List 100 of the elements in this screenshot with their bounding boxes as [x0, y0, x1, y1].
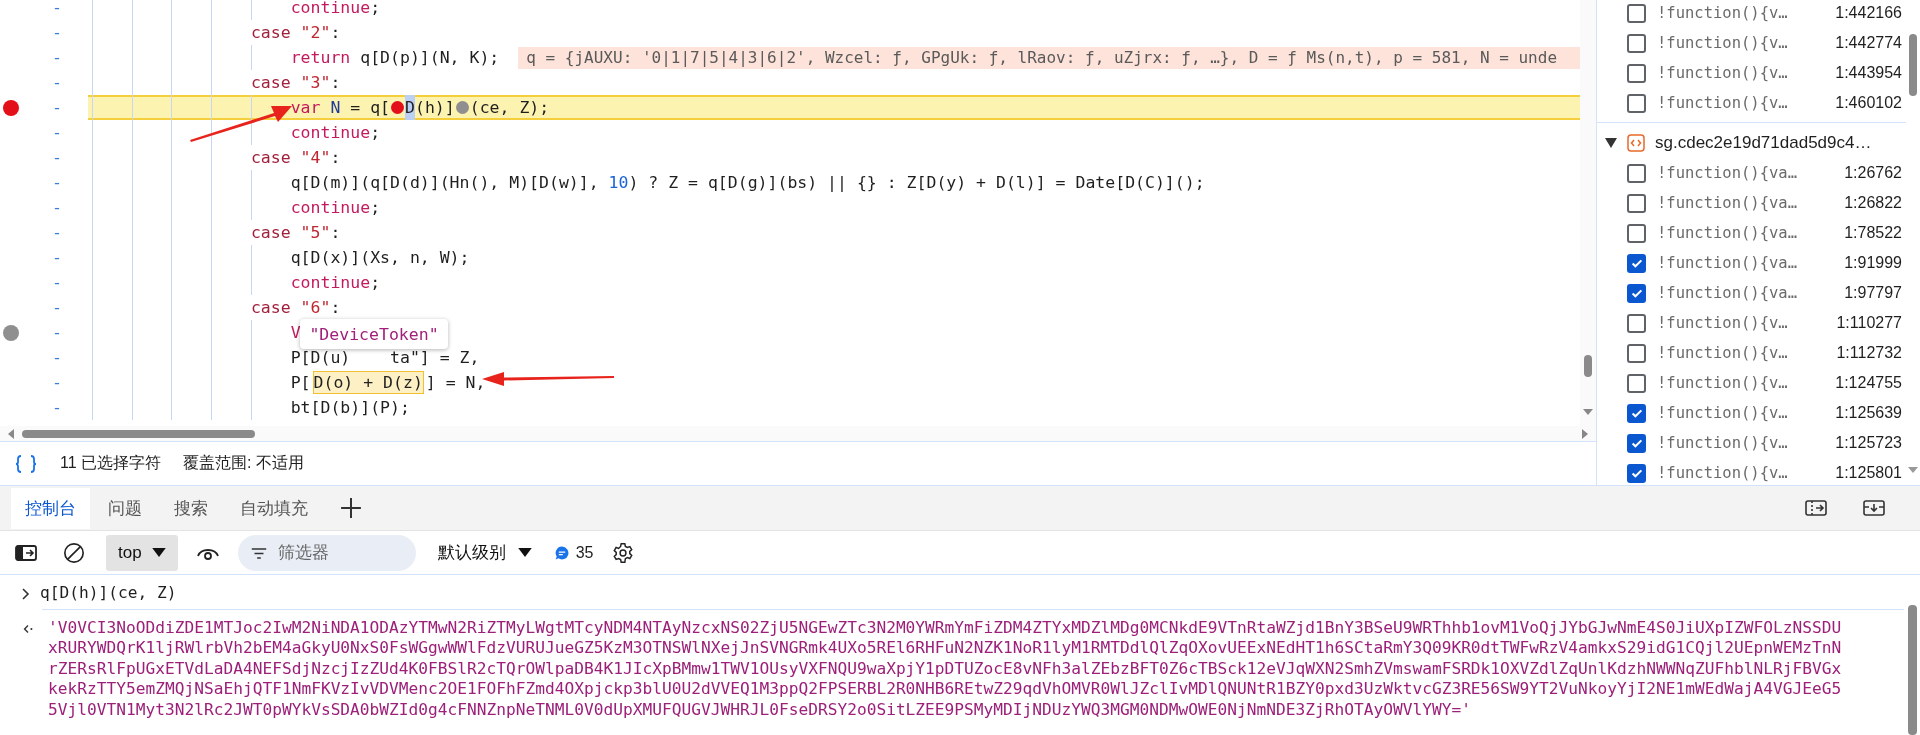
console-result: 'V0VCI3NoODdiZDE1MTJoc2IwM2NiNDA1ODAzYTMwN2RiZTMyLWgtMTcyNDM4NTAyNzcxNS02ZjU5NGEwZTc3N2M0YWRmYmFiZDM4ZTYxMDZlMDg0MCNkdE9VTnRtaWZjd1BnY3BSeU9WRThhb1ovM1VoQjJYbGJwNmE4S0JiUXpIZWFOLzNSSDUxRURYWDQrK1ljRWlrbVh2bEM4aGkyU0NxS0FsWGgwWWlFdzVURUJueGZ5KzM3OTNSWlNXejJnSVNGRmk4UXo5REl6RHFuN2NZK1NoR1lyM1RMTDdlQlZqOXovUEExNEdHT1h6SCtaRmY3Q09KR0dtTWFwRzV4amkxS29idG1CQjl2UEpnWEMzTnNrZERsRlFpUGxETVdLaDA4NEFSdjNzcjIzZUd4K0FBSlR2cTQrOWlpaDB4K1JIcXpBMmw1TWV1OUsyVXFNQU9waXpjY1pDTUZocE8vNFh3alZEbzBFT0Z6cTBSck12eVJqWXN2SmhZVmswamFSRDk1OXVZdlZqUnlKdzhNWWNqZUFhblNLRjFBVGxkekRzTTY5emZMQjNSaEhjQTF1NmFKVzIvVDVMenc2OE1FOFhFZmd4OXpjckp3blU0U2dVVEQ1M3ppQ2FPSERBL2R0NHB6REtwZ29qdVhOMVR0WlJZclIvMDlQNUNtR1BZY0pxd3UzWktvcGZ3RE56SW9YT2VuNkoyYjI2NE1mWEdWajA4VGJEeG55Vjl0VTN1Myt3N2lRc2JWT0pWYkVsSDA0bWZId0g4cFNNZnpNeTNML0V0dUpXMUFQUGVJWHRJL0FseDRSY2o0SitLZEE9PSMyMDIjNDUzYWQ3MGM0NDMwOWE0NjNmNDE3ZjRhOTAyOWVlYWY=' — [48, 618, 1842, 721]
code-text: case "3": — [250, 72, 341, 94]
line-number: - — [51, 147, 63, 169]
breakpoint-code: !function(){va… — [1657, 284, 1797, 302]
highlighted-expression: D(o) + D(z) — [312, 371, 424, 394]
scroll-down-icon[interactable] — [1908, 467, 1918, 473]
result-arrow-icon — [22, 622, 34, 636]
context-dropdown[interactable]: top — [106, 534, 178, 571]
scroll-left-icon[interactable] — [8, 428, 14, 439]
line-number: - — [51, 247, 63, 269]
checkbox[interactable] — [1627, 403, 1646, 423]
selected-text: D — [405, 95, 415, 120]
breakpoint-code: !function(){v… — [1657, 404, 1788, 422]
message-icon — [553, 544, 570, 561]
code-text: continue; — [290, 272, 381, 294]
add-tab-icon[interactable] — [340, 497, 362, 519]
breakpoint-location: 1:91999 — [1844, 254, 1902, 272]
coverage-status: 覆盖范围: 不适用 — [183, 453, 304, 473]
selection-count: 11 已选择字符 — [60, 453, 162, 473]
checkbox[interactable] — [1627, 3, 1646, 23]
breakpoint-code: !function(){v… — [1657, 314, 1788, 332]
line-number: - — [51, 322, 63, 344]
filter-field[interactable]: 筛选器 — [237, 534, 416, 571]
line-number: - — [51, 172, 63, 194]
breakpoint-location: 1:443954 — [1835, 64, 1902, 82]
breakpoint-location: 1:110277 — [1836, 314, 1902, 332]
drawer-tab[interactable]: 问题 — [94, 487, 156, 529]
code-text: var N = q[ — [290, 97, 391, 119]
code-text: P[ — [290, 372, 311, 394]
scrollbar-thumb[interactable] — [1907, 605, 1917, 735]
line-number: - — [51, 397, 63, 419]
code-text: bt[D(b)](P); — [290, 397, 410, 419]
line-number: - — [51, 272, 63, 294]
breakpoint-location: 1:125639 — [1835, 404, 1902, 422]
breakpoint-location: 1:442774 — [1835, 34, 1902, 52]
code-file-icon — [1627, 134, 1645, 152]
breakpoint-code: !function(){v… — [1657, 374, 1788, 392]
pretty-print-icon[interactable] — [14, 453, 38, 474]
breakpoint-code: !function(){v… — [1657, 344, 1788, 362]
scroll-right-icon[interactable] — [1582, 428, 1588, 439]
breakpoint-location: 1:442166 — [1835, 4, 1902, 22]
file-name[interactable]: sg.cdec2e19d71dad5d9c4… — [1655, 133, 1872, 153]
code-text: continue; — [290, 0, 381, 19]
code-text: V — [290, 322, 301, 344]
caret-icon — [517, 548, 532, 557]
breakpoint-marker-icon[interactable] — [455, 101, 469, 114]
log-level-dropdown[interactable]: 默认级别 — [431, 540, 538, 565]
checkbox[interactable] — [1627, 63, 1646, 83]
line-number: - — [51, 97, 63, 119]
line-number: - — [51, 47, 63, 69]
checkbox[interactable] — [1627, 33, 1646, 53]
breakpoint-location: 1:125801 — [1835, 464, 1902, 482]
breakpoint-code: !function(){va… — [1657, 254, 1797, 272]
prompt-icon — [20, 587, 32, 601]
breakpoint-code: !function(){v… — [1657, 94, 1788, 112]
scrollbar-thumb[interactable] — [22, 429, 255, 438]
checkbox[interactable] — [1627, 223, 1646, 243]
breakpoint-location: 1:97797 — [1844, 284, 1902, 302]
checkbox[interactable] — [1627, 193, 1646, 213]
scrollbar-thumb[interactable] — [1909, 34, 1917, 96]
breakpoint-code: !function(){va… — [1657, 194, 1797, 212]
checkbox[interactable] — [1627, 343, 1646, 363]
code-text: q[D(m)](q[D(d)](Hn(), M)[D(w)], 10) ? Z = q[D(g)](bs) || {} : Z[D(y) + D(l)] = Date[D(C)](); — [290, 172, 1205, 194]
checkbox[interactable] — [1627, 433, 1646, 453]
drawer-tab[interactable]: 自动填充 — [226, 487, 322, 529]
breakpoint-marker-icon[interactable] — [391, 101, 405, 114]
code-text: (h)] — [414, 97, 455, 119]
console-input-text: q[D(h)](ce, Z) — [40, 582, 177, 602]
line-number: - — [51, 22, 63, 44]
breakpoint-code: !function(){v… — [1657, 34, 1788, 52]
code-text: q[D(x)](Xs, n, W); — [290, 247, 470, 269]
code-text: P[D(u) ta"] = Z, — [290, 347, 480, 369]
checkbox[interactable] — [1627, 253, 1646, 273]
breakpoint-location: 1:26822 — [1844, 194, 1902, 212]
line-number: - — [51, 197, 63, 219]
checkbox[interactable] — [1627, 313, 1646, 333]
panel-toggle-icon[interactable] — [1862, 498, 1886, 518]
checkbox[interactable] — [1627, 163, 1646, 183]
breakpoint-icon[interactable] — [3, 99, 19, 116]
breakpoint-location: 1:78522 — [1844, 224, 1902, 242]
checkbox[interactable] — [1627, 283, 1646, 303]
message-count: 35 — [575, 543, 594, 562]
breakpoint-code: !function(){v… — [1657, 434, 1788, 452]
drawer-tab[interactable]: 搜索 — [160, 487, 222, 529]
drawer-tab[interactable]: 控制台 — [11, 487, 90, 529]
inline-value: q = {jAUXU: '0|1|7|5|4|3|6|2', Wzcel: ƒ, GPgUk: ƒ, lRaov: ƒ, uZjrx: ƒ, …}, D = ƒ Ms(n,t), p = 581, N = unde — [518, 46, 1580, 69]
caret-icon — [151, 548, 166, 557]
scroll-down-icon[interactable] — [1583, 409, 1593, 415]
line-number: - — [51, 222, 63, 244]
breakpoint-location: 1:125723 — [1835, 434, 1902, 452]
checkbox[interactable] — [1627, 93, 1646, 113]
clear-console-icon[interactable] — [62, 541, 86, 564]
scrollbar-thumb[interactable] — [1584, 355, 1592, 377]
checkbox[interactable] — [1627, 373, 1646, 393]
checkbox[interactable] — [1627, 463, 1646, 483]
expand-arrow-icon[interactable] — [1605, 138, 1617, 148]
line-number: - — [51, 297, 63, 319]
line-number: - — [51, 72, 63, 94]
dock-icon[interactable] — [1804, 498, 1828, 518]
code-text: (ce, Z); — [469, 97, 550, 119]
